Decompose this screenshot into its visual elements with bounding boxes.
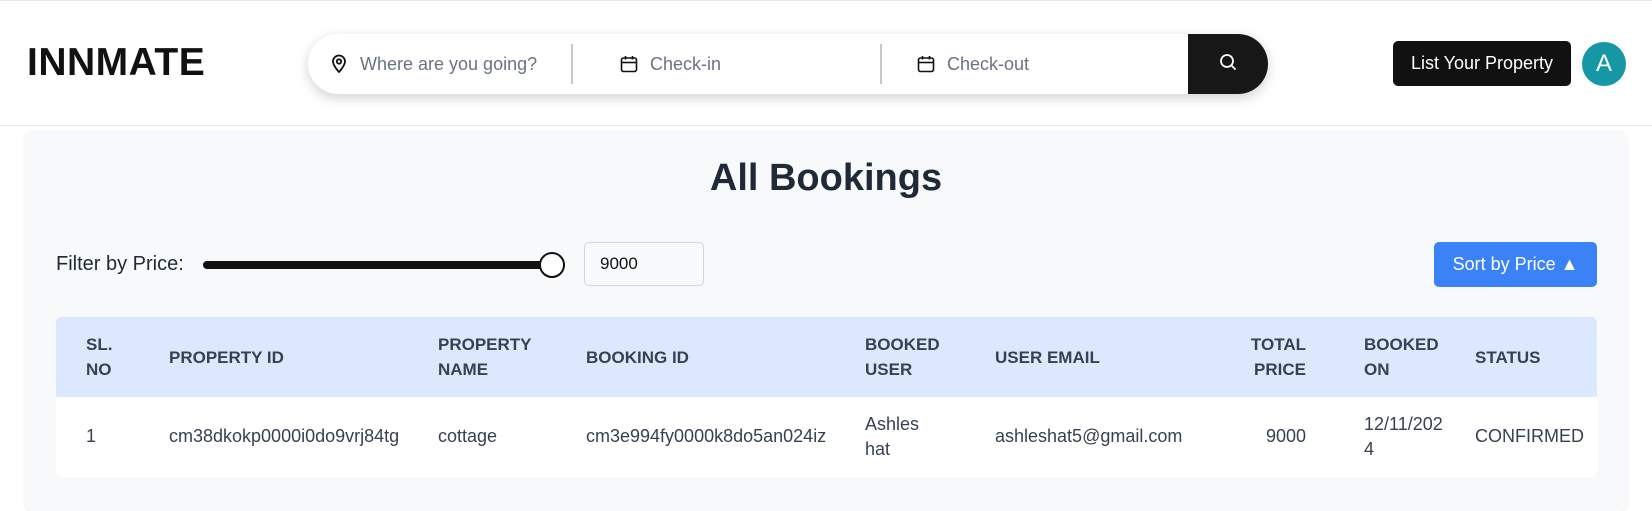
bookings-table: SL. NO PROPERTY ID PROPERTY NAME BOOKING…	[56, 317, 1597, 477]
search-button[interactable]	[1188, 34, 1268, 94]
cell-booked-user: Ashleshat	[865, 413, 920, 459]
column-header-booked-user[interactable]: BOOKED USER	[835, 317, 965, 397]
checkout-field[interactable]	[905, 34, 1195, 94]
location-pin-icon	[328, 53, 350, 75]
slider-track	[203, 261, 565, 269]
sort-by-price-button[interactable]: Sort by Price ▲	[1434, 242, 1597, 287]
column-header-total-price[interactable]: TOTAL PRICE	[1196, 317, 1306, 397]
cell-status: CONFIRMED	[1475, 426, 1584, 447]
list-property-button[interactable]: List Your Property	[1393, 41, 1571, 86]
search-icon	[1218, 52, 1238, 77]
table-header-row: SL. NO PROPERTY ID PROPERTY NAME BOOKING…	[56, 317, 1597, 397]
slider-thumb[interactable]	[539, 252, 565, 278]
avatar[interactable]: A	[1582, 42, 1626, 86]
column-header-property-id[interactable]: PROPERTY ID	[139, 317, 408, 397]
destination-field[interactable]	[318, 34, 603, 94]
checkin-field[interactable]	[608, 34, 898, 94]
cell-total-price: 9000	[1265, 426, 1306, 447]
search-divider	[880, 44, 882, 84]
bookings-card: All Bookings Filter by Price: Sort by Pr…	[25, 131, 1627, 511]
page-title: All Bookings	[709, 157, 943, 199]
price-slider[interactable]	[203, 249, 565, 279]
checkin-input[interactable]	[650, 53, 880, 75]
search-bar	[308, 34, 1268, 94]
top-navbar: INNMATE List Your Property	[0, 0, 1652, 126]
logo[interactable]: INNMATE	[27, 41, 205, 85]
column-header-booking-id[interactable]: BOOKING ID	[556, 317, 835, 397]
destination-input[interactable]	[360, 53, 590, 75]
column-header-status[interactable]: STATUS	[1445, 317, 1597, 397]
cell-booking-id: cm3e994fy0000k8do5an024iz	[586, 426, 827, 447]
cell-booked-on: 12/11/2024	[1364, 413, 1443, 459]
cell-user-email: ashleshat5@gmail.com	[995, 426, 1183, 447]
cell-sl-no: 1	[86, 426, 97, 447]
filter-label: Filter by Price:	[56, 253, 184, 275]
cell-property-name: cottage	[438, 426, 498, 447]
table-row[interactable]: 1 cm38dkokp0000i0do9vrj84tg cottage cm3e…	[56, 397, 1597, 477]
cell-property-id: cm38dkokp0000i0do9vrj84tg	[169, 426, 400, 447]
search-divider	[571, 44, 573, 84]
column-header-user-email[interactable]: USER EMAIL	[965, 317, 1196, 397]
column-header-sl-no[interactable]: SL. NO	[56, 317, 139, 397]
calendar-icon	[618, 53, 640, 75]
column-header-property-name[interactable]: PROPERTY NAME	[408, 317, 556, 397]
checkout-input[interactable]	[947, 53, 1177, 75]
column-header-booked-on[interactable]: BOOKED ON	[1306, 317, 1445, 397]
price-input[interactable]	[584, 242, 704, 286]
calendar-icon	[915, 53, 937, 75]
